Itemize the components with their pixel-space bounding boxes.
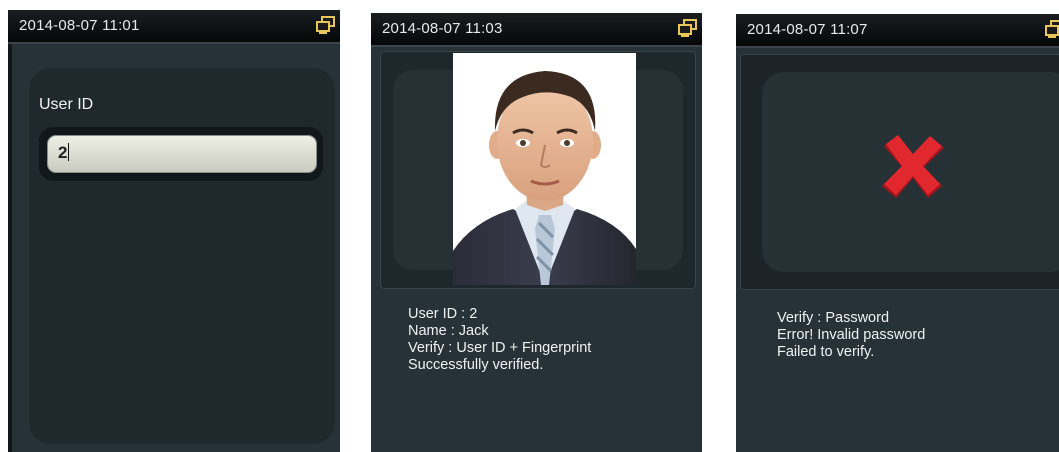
status-bar: 2014-08-07 11:07 xyxy=(736,14,1059,48)
info-name: Name : Jack xyxy=(408,323,489,339)
clock: 2014-08-07 11:07 xyxy=(747,21,868,38)
info-result: Successfully verified. xyxy=(408,357,544,373)
status-bar: 2014-08-07 11:01 xyxy=(8,10,340,44)
info-verify-mode: Verify : User ID + Fingerprint xyxy=(408,340,592,356)
clock: 2014-08-07 11:01 xyxy=(19,17,140,34)
network-icon xyxy=(316,16,335,34)
user-id-label: User ID xyxy=(39,96,94,113)
info-verify-mode: Verify : Password xyxy=(777,310,890,326)
network-icon xyxy=(1045,20,1059,38)
user-id-entry-screen: 2014-08-07 11:01 User ID 2 xyxy=(8,10,340,452)
info-error: Error! Invalid password xyxy=(777,327,926,343)
bezel xyxy=(8,44,12,452)
text-caret xyxy=(68,143,70,161)
user-id-input[interactable]: 2 xyxy=(47,135,317,173)
info-user-id: User ID : 2 xyxy=(408,306,478,322)
user-photo xyxy=(453,53,636,285)
user-id-value: 2 xyxy=(58,143,68,162)
clock: 2014-08-07 11:03 xyxy=(382,20,503,37)
entry-panel xyxy=(29,68,335,444)
network-icon xyxy=(678,19,697,37)
user-id-field-frame: 2 xyxy=(39,127,323,181)
status-bar: 2014-08-07 11:03 xyxy=(371,13,702,47)
info-result: Failed to verify. xyxy=(777,344,875,360)
verification-info: User ID : 2 Name : Jack Verify : User ID… xyxy=(408,306,591,374)
verification-info: Verify : Password Error! Invalid passwor… xyxy=(777,310,925,361)
verify-success-screen: 2014-08-07 11:03 User ID: 2 Name: Jack… xyxy=(371,13,702,452)
red-x-icon xyxy=(882,135,944,198)
verify-failure-screen: 2014-08-07 11:07 Verify : Password Error… xyxy=(736,14,1059,452)
